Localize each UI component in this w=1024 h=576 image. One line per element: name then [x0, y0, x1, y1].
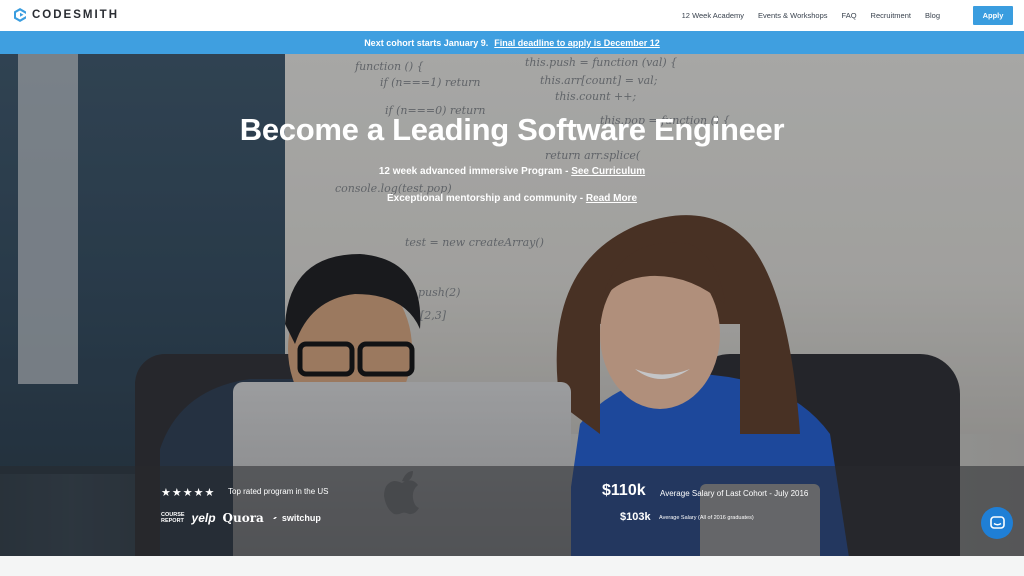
- see-curriculum-link[interactable]: See Curriculum: [571, 166, 645, 177]
- salary-secondary-label: Average Salary (All of 2016 graduates): [659, 515, 754, 521]
- nav-link-12-week-academy[interactable]: 12 Week Academy: [682, 11, 744, 20]
- salary-main-label: Average Salary of Last Cohort - July 201…: [660, 489, 809, 498]
- salary-main-value: $110k: [602, 482, 646, 499]
- quora-logo[interactable]: Quora: [223, 511, 264, 525]
- announcement-text: Next cohort starts January 9.: [364, 37, 489, 48]
- top-nav: CODESMITH 12 Week Academy Events & Works…: [0, 0, 1024, 31]
- switchup-logo[interactable]: switchup: [271, 513, 321, 523]
- announcement-bar: Next cohort starts January 9. Final dead…: [0, 31, 1024, 54]
- switchup-label: switchup: [281, 513, 321, 523]
- review-badges: COURSE REPORT yelp Quora switchup: [161, 511, 321, 525]
- course-report-line2: REPORT: [161, 518, 184, 524]
- codesmith-logo-icon: [14, 8, 26, 22]
- announcement-deadline-link[interactable]: Final deadline to apply is December 12: [494, 38, 660, 48]
- chat-icon: [989, 516, 1005, 529]
- hero-title: Become a Leading Software Engineer: [239, 112, 785, 147]
- course-report-logo[interactable]: COURSE REPORT: [161, 512, 185, 524]
- nav-link-faq[interactable]: FAQ: [842, 11, 857, 20]
- top-rated-text: Top rated program in the US: [228, 487, 329, 496]
- hero-mentorship-text: Exceptional mentorship and community -: [386, 193, 586, 204]
- nav-link-recruitment[interactable]: Recruitment: [871, 11, 911, 20]
- stats-bar: [0, 466, 1024, 556]
- brand-name: CODESMITH: [32, 9, 119, 21]
- hero-mentorship-line: Exceptional mentorship and community - R…: [0, 193, 1024, 204]
- hero-program-line: 12 week advanced immersive Program - See…: [0, 166, 1024, 177]
- yelp-logo[interactable]: yelp: [192, 511, 216, 525]
- hero-program-text: 12 week advanced immersive Program -: [378, 166, 572, 177]
- rating-stars: ★★★★★: [161, 487, 216, 499]
- nav-link-events-workshops[interactable]: Events & Workshops: [758, 11, 827, 20]
- page-below-fold: [0, 556, 1024, 576]
- chat-button[interactable]: [981, 507, 1013, 539]
- nav-links: 12 Week Academy Events & Workshops FAQ R…: [668, 0, 940, 31]
- codesmith-logo[interactable]: CODESMITH: [13, 7, 119, 23]
- apply-button[interactable]: Apply: [973, 6, 1013, 25]
- salary-secondary-value: $103k: [620, 511, 651, 523]
- nav-link-blog[interactable]: Blog: [925, 11, 940, 20]
- switchup-icon: [272, 515, 277, 521]
- read-more-link[interactable]: Read More: [586, 193, 637, 204]
